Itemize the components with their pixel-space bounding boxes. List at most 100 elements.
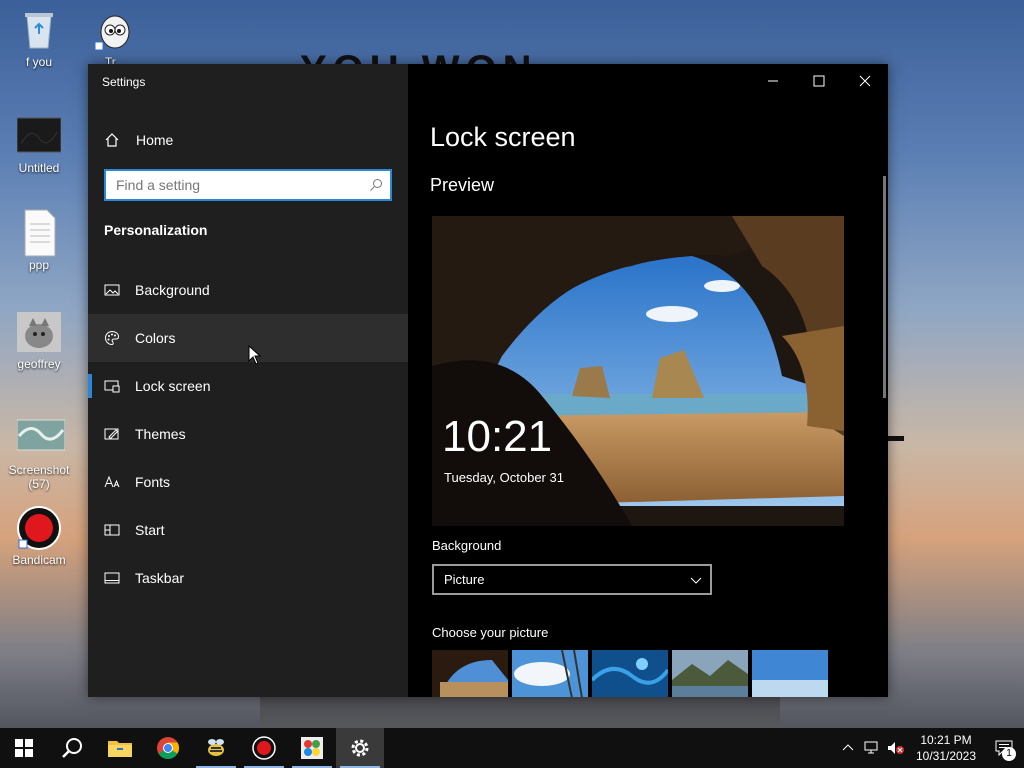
screenshot-image-icon	[16, 416, 66, 460]
mouse-cursor-icon	[248, 345, 262, 365]
home-label: Home	[136, 132, 174, 148]
sidebar-item-label: Taskbar	[135, 570, 185, 586]
sidebar-item-lock-screen[interactable]: Lock screen	[88, 362, 408, 410]
file-explorer-button[interactable]	[96, 728, 144, 768]
minimize-icon	[768, 80, 778, 82]
page-title: Lock screen	[430, 122, 576, 152]
file-explorer-icon	[108, 741, 132, 757]
minimize-button[interactable]	[750, 64, 796, 98]
settings-icon	[351, 739, 369, 757]
cartoon-shortcut-icon	[93, 8, 137, 52]
action-center-button[interactable]: 1	[984, 728, 1024, 768]
settings-content: Lock screen Preview 10:21 Tuesday, Octob…	[408, 64, 888, 697]
choose-picture-label: Choose your picture	[432, 625, 549, 640]
taskbar-icon	[104, 570, 120, 586]
desktop-icon-label: Screenshot (57)	[8, 463, 70, 491]
paint-app-button[interactable]	[288, 728, 336, 768]
picture-thumbnail[interactable]	[512, 650, 588, 697]
start-button[interactable]	[0, 728, 48, 768]
desktop-icon-geoffrey[interactable]: geoffrey	[1, 310, 77, 371]
desktop-icon-untitled[interactable]: Untitled	[1, 114, 77, 175]
network-button[interactable]	[860, 728, 884, 768]
section-label: Personalization	[104, 222, 208, 238]
desktop-icon-label: geoffrey	[17, 357, 61, 371]
desktop-icon-bandicam[interactable]: Bandicam	[1, 506, 77, 567]
desktop-icon-label: f you	[25, 55, 52, 69]
search-icon	[369, 178, 383, 192]
bandicam-icon	[252, 736, 276, 760]
taskbar-clock[interactable]: 10:21 PM 10/31/2023	[908, 732, 984, 764]
preview-heading: Preview	[430, 175, 495, 195]
picture-thumbnail[interactable]	[432, 650, 508, 697]
volume-muted-icon	[888, 742, 904, 754]
sidebar-item-label: Themes	[135, 426, 186, 442]
settings-sidebar: Settings Home Personalization Background	[88, 64, 408, 697]
background-label: Background	[432, 538, 502, 553]
search-box[interactable]	[104, 169, 392, 201]
paint-app-icon	[301, 737, 323, 759]
fonts-icon	[104, 474, 120, 490]
desktop-icon-label: Untitled	[18, 161, 60, 175]
preview-clock: 10:21	[442, 412, 553, 461]
show-hidden-icons-button[interactable]	[836, 728, 860, 768]
lock-screen-preview: 10:21 Tuesday, October 31	[432, 216, 844, 526]
image-icon	[104, 282, 120, 298]
record-icon	[17, 506, 61, 550]
lock-screen-icon	[104, 378, 120, 394]
sidebar-item-themes[interactable]: Themes	[88, 410, 408, 458]
themes-icon	[104, 426, 120, 442]
bandicam-button[interactable]	[240, 728, 288, 768]
chevron-down-icon	[690, 577, 702, 584]
sidebar-item-label: Colors	[135, 330, 176, 346]
taskbar-date: 10/31/2023	[915, 749, 977, 763]
settings-taskbar-button[interactable]	[336, 728, 384, 768]
start-menu-icon	[104, 522, 120, 538]
sidebar-item-taskbar[interactable]: Taskbar	[88, 554, 408, 602]
search-icon	[62, 738, 82, 758]
palette-icon	[104, 330, 120, 346]
picture-thumbnail[interactable]	[672, 650, 748, 697]
search-input[interactable]	[106, 171, 390, 199]
taskbar-time: 10:21 PM	[920, 733, 972, 747]
sidebar-item-fonts[interactable]: Fonts	[88, 458, 408, 506]
desktop-icon-label: Bandicam	[12, 553, 66, 567]
preview-date: Tuesday, October 31	[444, 470, 564, 485]
background-dropdown[interactable]: Picture	[432, 564, 712, 595]
start-icon	[15, 739, 33, 757]
taskbar: 10:21 PM 10/31/2023 1	[0, 728, 1024, 768]
bee-app-button[interactable]	[192, 728, 240, 768]
picture-thumbnails	[432, 650, 832, 697]
desktop-icon-shortcut[interactable]: Tr...	[77, 8, 153, 69]
taskbar-search-button[interactable]	[48, 728, 96, 768]
sidebar-item-label: Lock screen	[135, 378, 211, 394]
home-button[interactable]: Home	[104, 130, 173, 150]
sidebar-item-background[interactable]: Background	[88, 266, 408, 314]
sidebar-item-label: Start	[135, 522, 165, 538]
chevron-up-icon	[842, 744, 854, 751]
background-dropdown-value: Picture	[444, 572, 485, 587]
close-icon	[859, 75, 871, 87]
maximize-icon	[813, 75, 825, 87]
desktop-icon-ppp[interactable]: ppp	[1, 208, 77, 272]
desktop-icon-screenshot[interactable]: Screenshot (57)	[1, 416, 77, 491]
sidebar-item-label: Fonts	[135, 474, 171, 490]
sidebar-item-label: Background	[135, 282, 210, 298]
document-icon	[17, 208, 61, 257]
network-icon	[864, 741, 878, 754]
picture-thumbnail[interactable]	[592, 650, 668, 697]
home-icon	[104, 132, 120, 148]
notification-count-badge: 1	[1002, 747, 1016, 761]
sidebar-item-start[interactable]: Start	[88, 506, 408, 554]
chrome-button[interactable]	[144, 728, 192, 768]
desktop-icon-recycle-bin[interactable]: f you	[1, 8, 77, 69]
maximize-button[interactable]	[796, 64, 842, 98]
content-scrollbar[interactable]	[883, 176, 886, 398]
close-button[interactable]	[842, 64, 888, 98]
system-tray: 10:21 PM 10/31/2023 1	[836, 728, 1024, 768]
cat-image-icon	[17, 310, 61, 354]
window-controls	[750, 64, 888, 98]
picture-thumbnail[interactable]	[752, 650, 828, 697]
volume-button[interactable]	[884, 728, 908, 768]
dark-image-icon	[16, 114, 62, 158]
recycle-bin-icon	[17, 8, 61, 52]
